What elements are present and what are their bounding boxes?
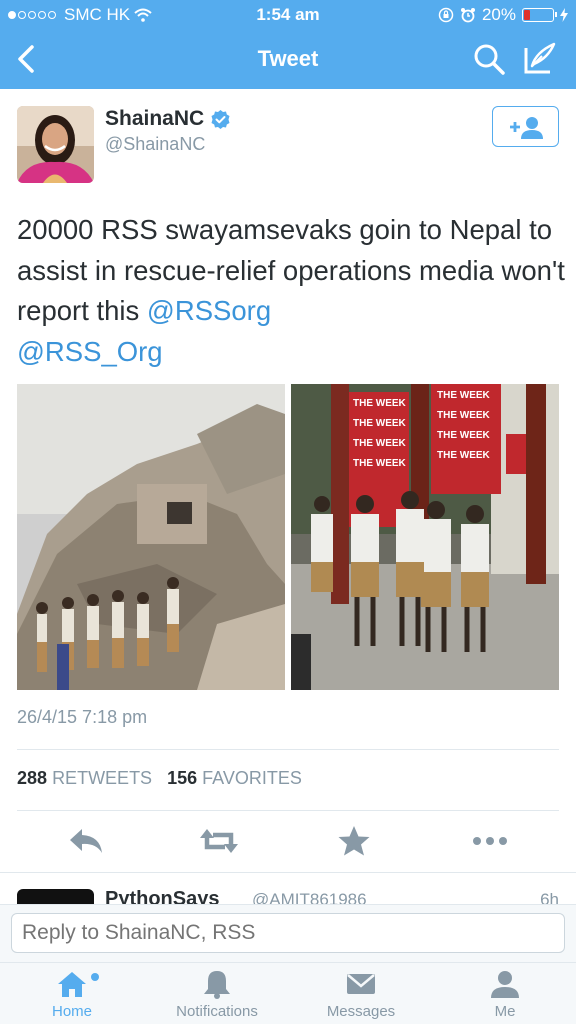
mention-link[interactable]: @RSS_Org xyxy=(17,336,163,367)
tab-me-label: Me xyxy=(494,1003,516,1020)
tweet-text: 20000 RSS swayamsevaks goin to Nepal to … xyxy=(17,210,565,372)
battery-icon xyxy=(522,8,557,22)
author-name[interactable]: ShainaNC xyxy=(105,107,231,131)
favorites-label: FAVORITES xyxy=(202,768,302,788)
next-tweet-avatar xyxy=(17,889,94,904)
bell-icon xyxy=(204,971,230,999)
banner-text: THE WEEK xyxy=(353,418,407,429)
banner-text: THE WEEK xyxy=(353,398,407,409)
tweet-photo-volunteers[interactable]: THE WEEK THE WEEK THE WEEK THE WEEK THE … xyxy=(291,384,559,690)
tab-messages[interactable]: Messages xyxy=(310,963,412,1024)
next-tweet[interactable]: PythonSays @AMIT861986 6h xyxy=(0,872,576,904)
status-right: 20% xyxy=(438,5,568,25)
reply-bar xyxy=(0,904,576,962)
next-tweet-name: PythonSays xyxy=(105,888,220,904)
tweet-stats: 288 RETWEETS 156 FAVORITES xyxy=(17,768,302,789)
search-icon[interactable] xyxy=(472,42,506,76)
favorites-link[interactable]: 156 FAVORITES xyxy=(167,768,302,788)
banner-text: THE WEEK xyxy=(353,458,407,469)
add-user-icon xyxy=(509,116,543,139)
charging-icon xyxy=(560,8,568,22)
divider xyxy=(17,810,559,811)
top-bar: SMC HK 1:54 am 20% Tweet xyxy=(0,0,576,89)
tweet-photo-rubble[interactable] xyxy=(17,384,285,690)
divider xyxy=(17,749,559,750)
retweets-link[interactable]: 288 RETWEETS xyxy=(17,768,152,788)
next-tweet-time: 6h xyxy=(540,890,559,904)
battery-percent: 20% xyxy=(481,5,516,24)
tab-home-label: Home xyxy=(51,1003,92,1020)
banner-text: THE WEEK xyxy=(437,450,491,461)
follow-button[interactable] xyxy=(492,106,559,147)
favorite-icon[interactable] xyxy=(334,823,374,859)
tab-home[interactable]: Home xyxy=(22,963,122,1024)
alarm-icon xyxy=(460,8,475,23)
tab-notifications-label: Notifications xyxy=(176,1003,258,1020)
home-icon xyxy=(58,972,86,997)
tab-notifications[interactable]: Notifications xyxy=(162,963,272,1024)
favorites-count: 156 xyxy=(167,768,198,788)
banner-text: THE WEEK xyxy=(353,438,407,449)
retweet-icon[interactable] xyxy=(199,823,239,859)
person-icon xyxy=(491,971,519,998)
verified-badge-icon xyxy=(211,109,230,129)
reply-input[interactable] xyxy=(11,913,565,953)
reply-icon[interactable] xyxy=(66,823,106,859)
avatar[interactable] xyxy=(17,106,94,183)
nav-bar: Tweet xyxy=(0,30,576,89)
author-name-text: ShainaNC xyxy=(105,107,205,130)
mention-link[interactable]: @RSSorg xyxy=(147,295,271,326)
tab-me[interactable]: Me xyxy=(470,963,540,1024)
tab-messages-label: Messages xyxy=(326,1003,396,1020)
next-tweet-handle: @AMIT861986 xyxy=(252,890,367,904)
banner-text: THE WEEK xyxy=(437,390,491,401)
retweets-label: RETWEETS xyxy=(52,768,153,788)
compose-icon[interactable] xyxy=(522,40,558,76)
unread-dot xyxy=(91,973,99,981)
orientation-lock-icon xyxy=(438,7,454,23)
banner-text: THE WEEK xyxy=(437,430,491,441)
envelope-icon xyxy=(347,974,375,994)
retweets-count: 288 xyxy=(17,768,48,788)
more-icon[interactable] xyxy=(470,823,510,859)
author-handle[interactable]: @ShainaNC xyxy=(105,134,205,155)
banner-text: THE WEEK xyxy=(437,410,491,421)
tweet-timestamp: 26/4/15 7:18 pm xyxy=(17,707,148,727)
status-bar: SMC HK 1:54 am 20% xyxy=(0,0,576,30)
tweet-actions xyxy=(0,823,576,863)
tweet-body: 20000 RSS swayamsevaks goin to Nepal to … xyxy=(17,214,565,326)
tab-bar: Home Notifications Messages Me xyxy=(0,962,576,1024)
